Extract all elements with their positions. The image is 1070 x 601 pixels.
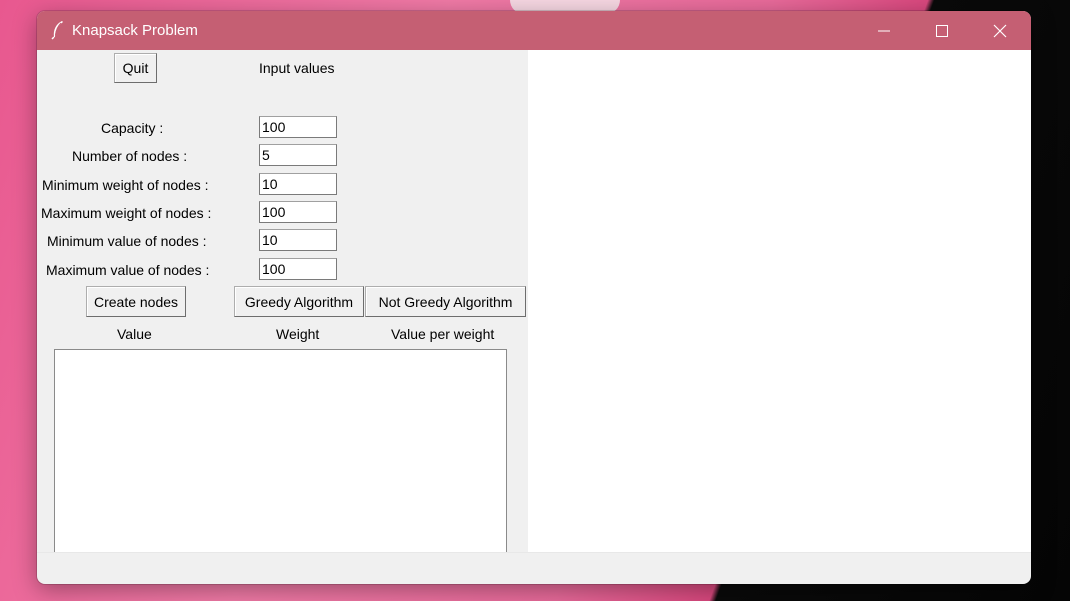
title-bar[interactable]: Knapsack Problem	[37, 11, 1031, 50]
header-value-per-weight: Value per weight	[391, 326, 495, 342]
drawing-canvas[interactable]	[528, 50, 1031, 552]
max-weight-input[interactable]	[259, 201, 337, 223]
maximize-button[interactable]	[913, 11, 971, 50]
header-value: Value	[117, 326, 152, 342]
app-window: Knapsack Problem Quit Input values Capac…	[37, 11, 1031, 584]
create-nodes-button[interactable]: Create nodes	[86, 286, 186, 317]
min-value-label: Minimum value of nodes :	[47, 233, 207, 249]
window-title: Knapsack Problem	[72, 22, 198, 39]
minimize-icon	[878, 30, 890, 31]
not-greedy-algorithm-button[interactable]: Not Greedy Algorithm	[365, 286, 526, 317]
bottom-divider	[37, 552, 1031, 553]
number-of-nodes-label: Number of nodes :	[72, 148, 188, 164]
maximize-icon	[936, 24, 948, 37]
feather-icon	[51, 21, 63, 40]
greedy-algorithm-button[interactable]: Greedy Algorithm	[234, 286, 364, 317]
minimize-button[interactable]	[855, 11, 913, 50]
quit-button[interactable]: Quit	[114, 53, 157, 83]
number-of-nodes-input[interactable]	[259, 144, 337, 166]
min-value-input[interactable]	[259, 229, 337, 251]
max-weight-label: Maximum weight of nodes :	[41, 205, 212, 221]
min-weight-input[interactable]	[259, 173, 337, 195]
close-button[interactable]	[971, 11, 1029, 50]
min-weight-label: Minimum weight of nodes :	[42, 177, 209, 193]
nodes-listbox[interactable]	[54, 349, 507, 553]
close-icon	[993, 24, 1007, 37]
input-values-label: Input values	[259, 60, 335, 76]
capacity-label: Capacity :	[101, 120, 164, 136]
max-value-label: Maximum value of nodes :	[46, 262, 210, 278]
header-weight: Weight	[276, 326, 320, 342]
capacity-input[interactable]	[259, 116, 337, 138]
max-value-input[interactable]	[259, 258, 337, 280]
